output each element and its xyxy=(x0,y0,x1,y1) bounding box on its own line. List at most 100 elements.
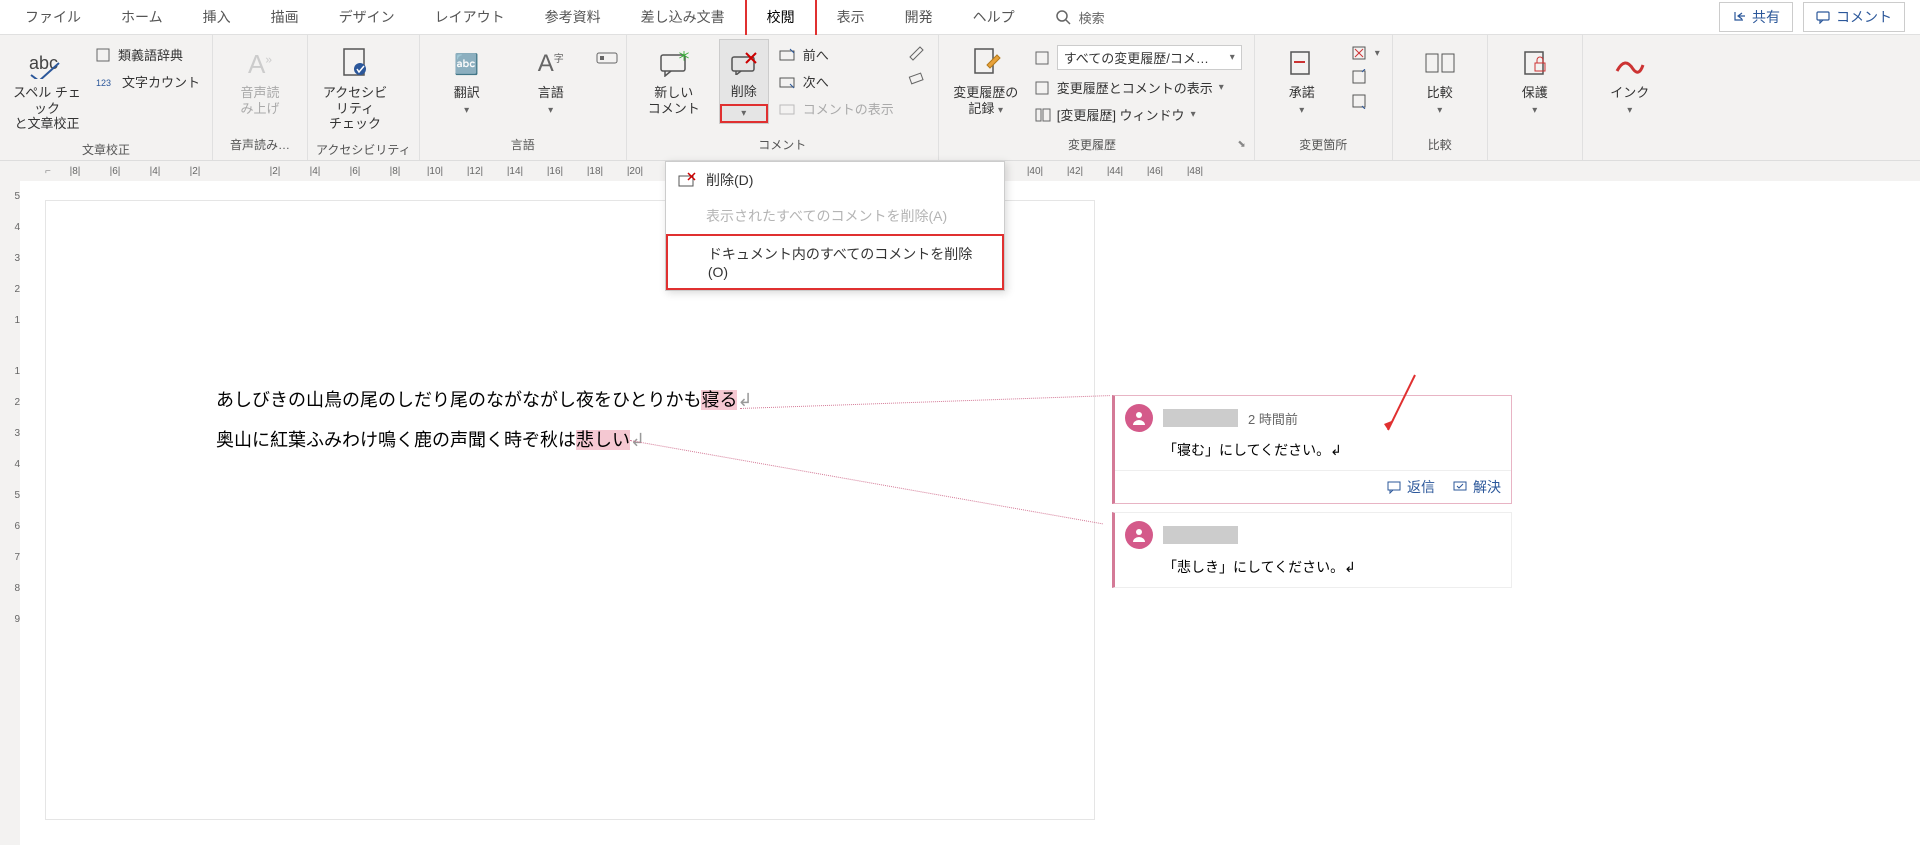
group-tracking-label: 変更履歴 xyxy=(947,136,1238,153)
delete-comment-button[interactable]: 削除 xyxy=(720,40,768,104)
track-changes-button[interactable]: 変更履歴の 記録 ▾ xyxy=(947,39,1025,123)
chevron-down-icon: ▾ xyxy=(1437,105,1442,116)
reply-label: 返信 xyxy=(1407,477,1435,497)
document-page[interactable]: あしびきの山鳥の尾のしだり尾のながながし夜をひとりかも寝る↲ 奥山に紅葉ふみわけ… xyxy=(45,200,1095,820)
accessibility-check-button[interactable]: アクセシビリティ チェック xyxy=(316,39,394,138)
search-box[interactable]: 検索 xyxy=(1035,8,1125,27)
comment-card-2[interactable]: 「悲しき」にしてください。↲ xyxy=(1112,512,1512,588)
chevron-down-icon: ▾ xyxy=(548,105,553,116)
chevron-down-icon: ▾ xyxy=(1532,105,1537,116)
vertical-ruler: 54321123456789 xyxy=(0,181,20,845)
next-comment-label: 次へ xyxy=(803,72,829,91)
accept-button[interactable]: 承諾▾ xyxy=(1263,39,1341,123)
share-icon xyxy=(1732,10,1746,24)
chevron-down-icon: ▾ xyxy=(1191,109,1196,120)
ribbon: abc スペル チェック と文章校正 類義語辞典 123 文字カウント 文章校正… xyxy=(0,35,1920,161)
previous-comment-button[interactable]: 前へ xyxy=(775,43,898,66)
spellcheck-icon: abc xyxy=(29,45,65,83)
show-markup-icon xyxy=(1035,80,1051,96)
show-markup-label: 変更履歴とコメントの表示 xyxy=(1057,78,1213,97)
display-for-review-dropdown[interactable]: すべての変更履歴/コメ…▾ xyxy=(1031,43,1246,72)
track-changes-icon xyxy=(971,45,1001,83)
comment-text: 「寝む」にしてください。↲ xyxy=(1115,440,1511,470)
show-comments-button[interactable]: コメントの表示 xyxy=(775,97,898,120)
group-protect-label xyxy=(1496,136,1574,156)
eraser-button[interactable] xyxy=(904,67,930,87)
translate-button[interactable]: 🔤 翻訳▾ xyxy=(428,39,506,123)
resolve-label: 解決 xyxy=(1473,477,1501,497)
reviewing-pane-icon xyxy=(1035,107,1051,123)
group-proofing: abc スペル チェック と文章校正 類義語辞典 123 文字カウント 文章校正 xyxy=(0,35,213,160)
group-speech: A» 音声読 み上げ 音声読み… xyxy=(213,35,308,160)
wordcount-icon: 123 xyxy=(96,75,116,89)
wordcount-button[interactable]: 123 文字カウント xyxy=(92,70,204,93)
reviewing-pane-button[interactable]: [変更履歴] ウィンドウ ▾ xyxy=(1031,103,1246,126)
ime-icon[interactable] xyxy=(596,39,618,65)
delete-comment-dropdown[interactable]: ▾ xyxy=(720,104,768,123)
chevron-down-icon: ▾ xyxy=(998,105,1003,116)
share-button[interactable]: 共有 xyxy=(1719,2,1793,32)
group-compare: 比較▾ 比較 xyxy=(1393,35,1488,160)
accessibility-label: アクセシビリティ チェック xyxy=(318,85,392,132)
menu-delete-all[interactable]: ドキュメント内のすべてのコメントを削除(O) xyxy=(666,234,1004,290)
author-name-redacted xyxy=(1163,409,1238,427)
menu-delete[interactable]: 削除(D) xyxy=(666,162,1004,198)
svg-text:123: 123 xyxy=(96,78,111,88)
line1-highlight: 寝る xyxy=(701,390,737,410)
tab-mailings[interactable]: 差し込み文書 xyxy=(621,0,745,35)
tab-review[interactable]: 校閲 xyxy=(745,0,817,37)
chevron-down-icon: ▾ xyxy=(464,105,469,116)
doc-line-2[interactable]: 奥山に紅葉ふみわけ鳴く鹿の声聞く時ぞ秋は悲しい↲ xyxy=(216,421,924,461)
previous-change-button[interactable] xyxy=(1347,67,1384,87)
tab-design[interactable]: デザイン xyxy=(319,0,415,35)
delete-comment-icon xyxy=(730,44,758,82)
next-comment-button[interactable]: 次へ xyxy=(775,70,898,93)
ink-label: インク xyxy=(1610,85,1649,100)
language-icon: A字 xyxy=(538,45,564,83)
tab-help[interactable]: ヘルプ xyxy=(953,0,1035,35)
comment-button[interactable]: コメント xyxy=(1803,2,1905,32)
language-button[interactable]: A字 言語▾ xyxy=(512,39,590,123)
tab-draw[interactable]: 描画 xyxy=(251,0,319,35)
resolve-button[interactable]: 解決 xyxy=(1453,477,1501,497)
read-aloud-button[interactable]: A» 音声読 み上げ xyxy=(221,39,299,122)
protect-button[interactable]: 保護▾ xyxy=(1496,39,1574,123)
show-markup-button[interactable]: 変更履歴とコメントの表示 ▾ xyxy=(1031,76,1246,99)
reply-button[interactable]: 返信 xyxy=(1387,477,1435,497)
thesaurus-button[interactable]: 類義語辞典 xyxy=(92,43,204,66)
comment-text: 「悲しき」にしてください。↲ xyxy=(1115,557,1511,587)
dialog-launcher-icon[interactable]: ⬊ xyxy=(1237,139,1245,150)
menu-delete-shown: 表示されたすべてのコメントを削除(A) xyxy=(666,198,1004,234)
tab-home[interactable]: ホーム xyxy=(101,0,183,35)
tab-insert[interactable]: 挿入 xyxy=(183,0,251,35)
svg-text:abc: abc xyxy=(29,53,58,73)
reviewing-pane-label: [変更履歴] ウィンドウ xyxy=(1057,105,1185,124)
compare-button[interactable]: 比較▾ xyxy=(1401,39,1479,123)
chevron-down-icon: ▾ xyxy=(1375,48,1380,59)
prev-comment-icon xyxy=(779,48,797,62)
tab-view[interactable]: 表示 xyxy=(817,0,885,35)
next-change-button[interactable] xyxy=(1347,91,1384,111)
ink-button[interactable]: インク▾ xyxy=(1591,39,1669,123)
group-proofing-label: 文章校正 xyxy=(8,138,204,161)
display-icon xyxy=(1035,50,1051,66)
tab-file[interactable]: ファイル xyxy=(5,0,101,35)
tab-references[interactable]: 参考資料 xyxy=(525,0,621,35)
tab-developer[interactable]: 開発 xyxy=(885,0,953,35)
doc-line-1[interactable]: あしびきの山鳥の尾のしだり尾のながながし夜をひとりかも寝る↲ xyxy=(216,381,924,421)
delete-comment-menu: 削除(D) 表示されたすべてのコメントを削除(A) ドキュメント内のすべてのコメ… xyxy=(665,161,1005,291)
accept-label: 承諾 xyxy=(1289,85,1315,100)
ink-icon xyxy=(1615,45,1645,83)
spellcheck-button[interactable]: abc スペル チェック と文章校正 xyxy=(8,39,86,138)
accept-icon xyxy=(1288,45,1316,83)
ink-comment-button[interactable] xyxy=(904,43,930,63)
comment-card-1[interactable]: 2 時間前 「寝む」にしてください。↲ 返信 解決 xyxy=(1112,395,1512,504)
chevron-down-icon: ▾ xyxy=(1230,52,1235,63)
track-changes-label: 変更履歴の 記録 xyxy=(953,85,1018,116)
new-comment-button[interactable]: ＊ 新しい コメント xyxy=(635,39,713,122)
group-comments: ＊ 新しい コメント 削除 ▾ 前へ xyxy=(627,35,939,160)
group-accessibility-label: アクセシビリティ xyxy=(316,138,411,161)
author-name-redacted xyxy=(1163,526,1238,544)
tab-layout[interactable]: レイアウト xyxy=(415,0,525,35)
reject-button[interactable]: ▾ xyxy=(1347,43,1384,63)
